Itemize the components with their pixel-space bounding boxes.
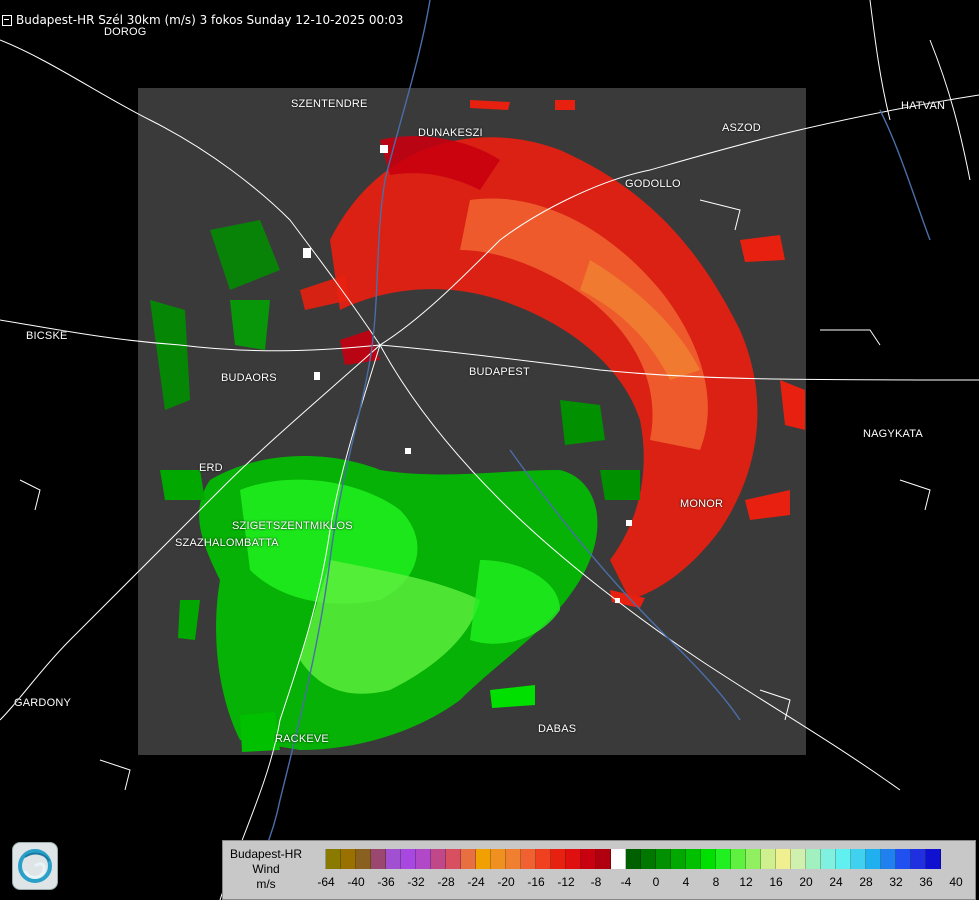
city-label: DOROG bbox=[104, 26, 147, 38]
city-label: RACKEVE bbox=[275, 733, 329, 745]
legend-swatch bbox=[461, 849, 476, 869]
legend-title-line3: m/s bbox=[256, 877, 276, 891]
legend-swatch bbox=[911, 849, 926, 869]
legend-tick-label: -40 bbox=[347, 875, 365, 889]
legend-tick-label: 16 bbox=[769, 875, 783, 889]
legend-tick-label: -4 bbox=[620, 875, 632, 889]
legend-swatch bbox=[836, 849, 851, 869]
city-label: SZENTENDRE bbox=[291, 98, 368, 110]
legend-tick-label: -28 bbox=[437, 875, 455, 889]
legend-swatch bbox=[791, 849, 806, 869]
legend-swatch bbox=[551, 849, 566, 869]
city-label: ASZOD bbox=[722, 122, 761, 134]
city-label: ERD bbox=[199, 462, 223, 474]
legend-tick-label: 4 bbox=[682, 875, 690, 889]
legend-tick-label: 12 bbox=[739, 875, 753, 889]
city-label: SZIGETSZENTMIKLOS bbox=[232, 520, 353, 532]
legend-swatch bbox=[626, 849, 641, 869]
legend-swatch bbox=[401, 849, 416, 869]
legend-swatch bbox=[566, 849, 581, 869]
legend-swatch bbox=[761, 849, 776, 869]
radar-product-icon bbox=[2, 14, 12, 26]
legend-swatch bbox=[446, 849, 461, 869]
legend-swatch bbox=[881, 849, 896, 869]
legend-swatch bbox=[851, 849, 866, 869]
city-label: NAGYKATA bbox=[863, 428, 923, 440]
city-label: BUDAORS bbox=[221, 372, 277, 384]
legend-swatch bbox=[356, 849, 371, 869]
legend-swatch bbox=[491, 849, 506, 869]
legend-swatch bbox=[521, 849, 536, 869]
city-label: GODOLLO bbox=[625, 178, 681, 190]
city-label: SZAZHALOMBATTA bbox=[175, 537, 279, 549]
header-title: Budapest-HR Szél 30km (m/s) 3 fokos Sund… bbox=[16, 13, 404, 27]
legend-swatch bbox=[611, 849, 626, 869]
legend-swatch bbox=[716, 849, 731, 869]
legend-swatch bbox=[656, 849, 671, 869]
legend-tick-label: 32 bbox=[889, 875, 903, 889]
city-label: BUDAPEST bbox=[469, 366, 530, 378]
legend-swatch bbox=[536, 849, 551, 869]
legend-tick-label: 40 bbox=[949, 875, 963, 889]
legend-swatch bbox=[506, 849, 521, 869]
city-label: HATVAN bbox=[901, 100, 946, 112]
legend-swatch bbox=[581, 849, 596, 869]
radar-swirl-logo-icon bbox=[12, 842, 58, 890]
legend-swatch bbox=[476, 849, 491, 869]
radar-map bbox=[0, 0, 979, 900]
legend-swatches bbox=[311, 849, 941, 869]
legend-tick-label: 28 bbox=[859, 875, 873, 889]
legend-swatch bbox=[731, 849, 746, 869]
legend-tick-label: 20 bbox=[799, 875, 813, 889]
legend-tick-label: -64 bbox=[317, 875, 335, 889]
legend-swatch bbox=[671, 849, 686, 869]
legend-swatch bbox=[776, 849, 791, 869]
legend-swatch bbox=[866, 849, 881, 869]
legend-tick-label: 24 bbox=[829, 875, 843, 889]
legend-swatch bbox=[806, 849, 821, 869]
city-label: MONOR bbox=[680, 498, 724, 510]
legend-tick-label: -12 bbox=[557, 875, 575, 889]
legend-swatch bbox=[431, 849, 446, 869]
legend-swatch bbox=[371, 849, 386, 869]
legend-title-line2: Wind bbox=[252, 862, 280, 876]
legend-tick-label: -32 bbox=[407, 875, 425, 889]
legend-swatch bbox=[341, 849, 356, 869]
city-label: DUNAKESZI bbox=[418, 127, 483, 139]
legend-swatch bbox=[416, 849, 431, 869]
legend-swatch bbox=[311, 849, 326, 869]
legend-swatch bbox=[746, 849, 761, 869]
legend-swatch bbox=[701, 849, 716, 869]
legend-swatch bbox=[821, 849, 836, 869]
legend-tick-label: 0 bbox=[652, 875, 660, 889]
legend-tick-label: -36 bbox=[377, 875, 395, 889]
wind-color-legend: Budapest-HR Wind m/s -64 -40 -36 -32 -28 -24-… bbox=[222, 840, 976, 900]
legend-swatch bbox=[896, 849, 911, 869]
legend-title: Budapest-HR Wind m/s bbox=[223, 847, 309, 892]
legend-swatch bbox=[686, 849, 701, 869]
header-bar: Budapest-HR Szél 30km (m/s) 3 fokos Sund… bbox=[0, 0, 979, 28]
legend-swatch bbox=[641, 849, 656, 869]
city-label: DABAS bbox=[538, 723, 577, 735]
legend-swatch bbox=[326, 849, 341, 869]
city-label: BICSKE bbox=[26, 330, 68, 342]
legend-title-line1: Budapest-HR bbox=[229, 847, 303, 861]
legend-tick-label: -8 bbox=[590, 875, 602, 889]
city-label: GARDONY bbox=[14, 697, 72, 709]
legend-tick-label: -24 bbox=[467, 875, 485, 889]
legend-tick-label: 36 bbox=[919, 875, 933, 889]
legend-ticks: -64 -40 -36 -32 -28 -24 -20 -16 -12 -8 -4 0 4 8 12 16 20… bbox=[311, 875, 971, 891]
legend-tick-label: -20 bbox=[497, 875, 515, 889]
legend-swatch bbox=[596, 849, 611, 869]
legend-tick-label: 8 bbox=[712, 875, 720, 889]
legend-tick-label: -16 bbox=[527, 875, 545, 889]
legend-swatch bbox=[386, 849, 401, 869]
legend-swatch bbox=[926, 849, 941, 869]
